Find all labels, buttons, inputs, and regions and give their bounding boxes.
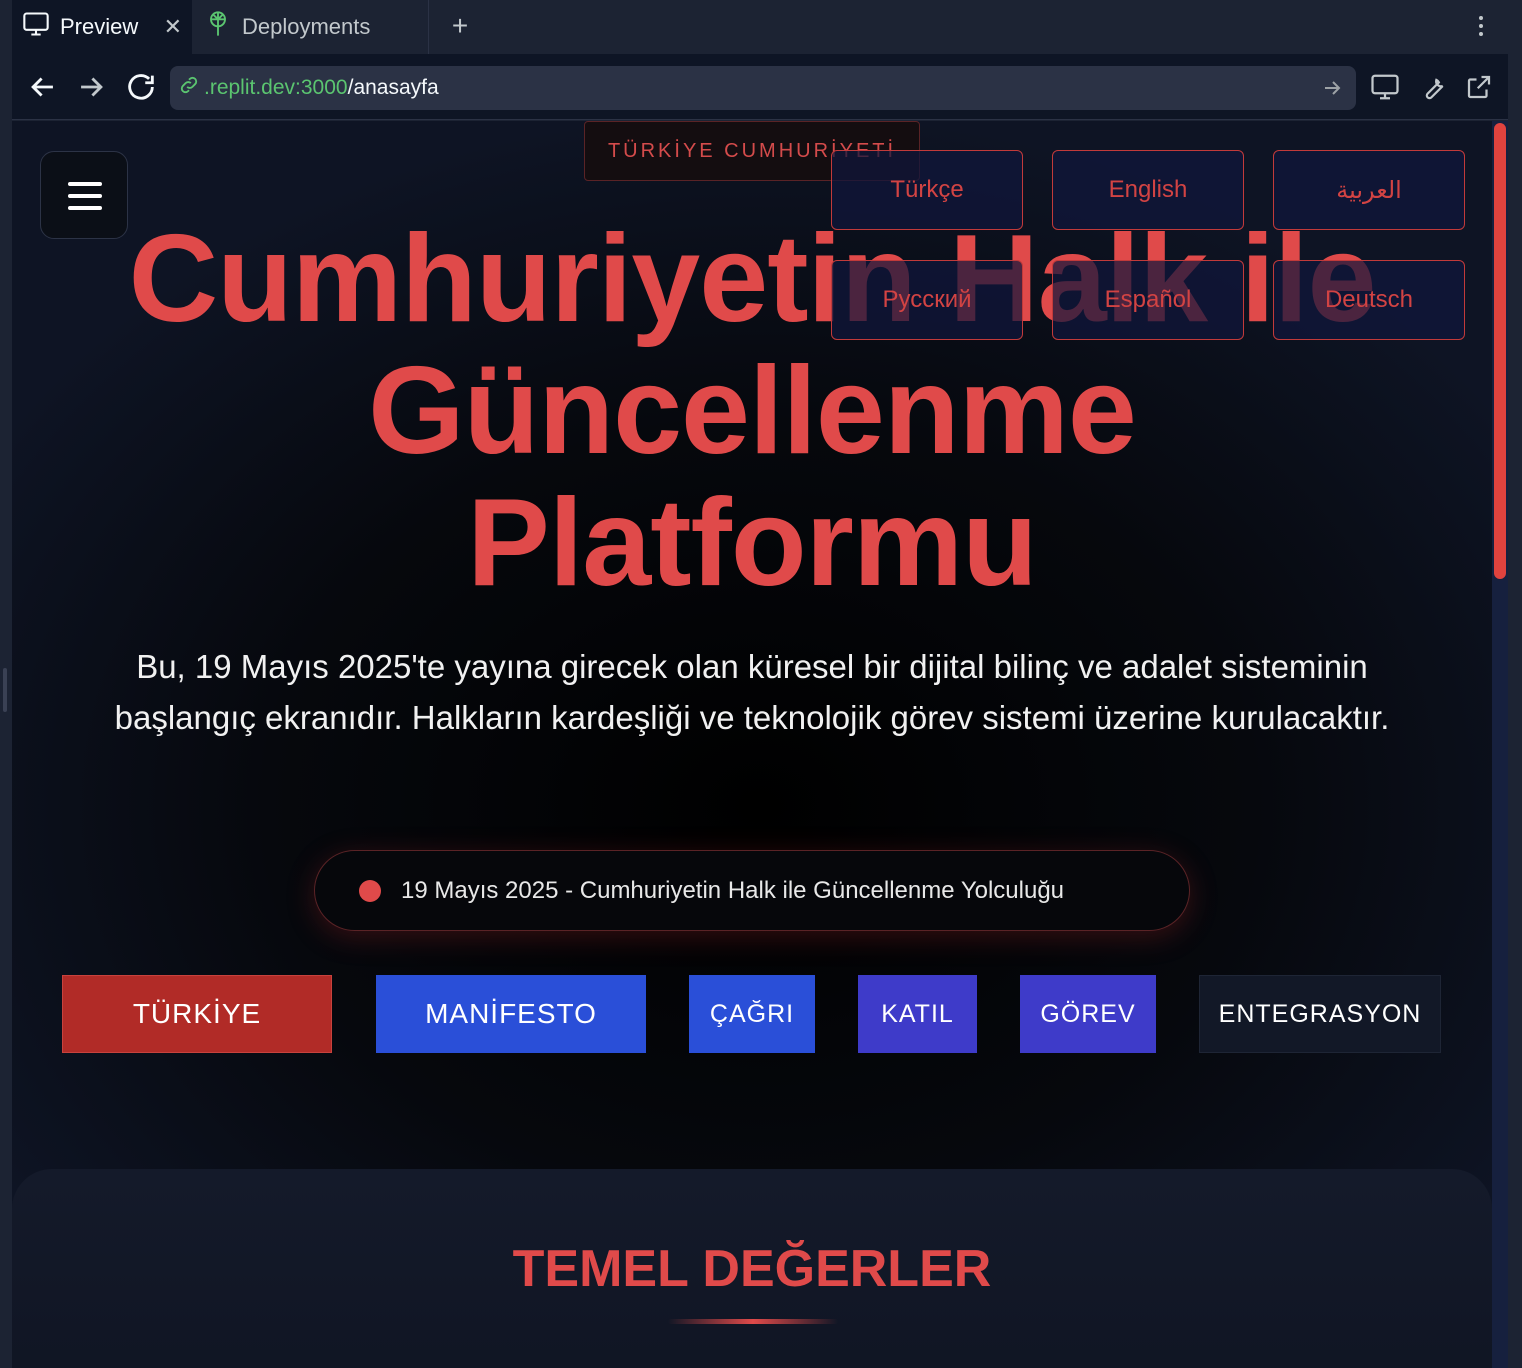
deploy-icon (204, 10, 232, 44)
date-badge: 19 Mayıs 2025 - Cumhuriyetin Halk ile Gü… (314, 850, 1190, 931)
tab-bar: Preview ✕ Deployments + (0, 0, 1522, 54)
url-host: .replit.dev:3000 (204, 76, 348, 99)
scrollbar[interactable] (1492, 121, 1508, 1368)
gorev-button[interactable]: GÖREV (1020, 975, 1156, 1053)
forward-arrow-icon[interactable] (74, 70, 108, 104)
turkiye-button[interactable]: TÜRKİYE (62, 975, 332, 1053)
lang-button-es[interactable]: Español (1052, 260, 1244, 340)
lang-button-ru[interactable]: Русский (831, 260, 1023, 340)
go-arrow-icon[interactable] (1320, 76, 1344, 100)
reload-icon[interactable] (124, 70, 158, 104)
url-bar: .replit.dev:3000 /anasayfa (12, 54, 1508, 120)
panel-resize-handle[interactable] (3, 668, 7, 712)
devices-icon[interactable] (1370, 72, 1400, 102)
lang-button-de[interactable]: Deutsch (1273, 260, 1465, 340)
hero-title-line: Platformu (467, 474, 1038, 612)
katil-button[interactable]: KATIL (858, 975, 977, 1053)
hero-title-line: Güncellenme (368, 342, 1137, 480)
link-icon (178, 74, 200, 102)
preview-viewport: TÜRKİYE CUMHURİYETİ Cumhuriyetin Halk il… (12, 121, 1508, 1368)
scrollbar-thumb[interactable] (1494, 123, 1506, 579)
tab-preview[interactable]: Preview ✕ (12, 0, 192, 54)
open-new-window-icon[interactable] (1464, 72, 1494, 102)
cagri-button[interactable]: ÇAĞRI (689, 975, 815, 1053)
hero-description: Bu, 19 Mayıs 2025'te yayına girecek olan… (114, 648, 1390, 736)
new-tab-plus-icon[interactable]: + (446, 10, 474, 42)
close-icon[interactable]: ✕ (164, 14, 182, 40)
tab-deployments[interactable]: Deployments (196, 0, 428, 54)
monitor-icon (22, 10, 50, 44)
lang-button-en[interactable]: English (1052, 150, 1244, 230)
lang-button-tr[interactable]: Türkçe (831, 150, 1023, 230)
more-options-icon[interactable] (1476, 12, 1486, 42)
tab-divider (428, 0, 429, 54)
tab-label: Deployments (242, 14, 371, 39)
status-dot-icon (359, 879, 381, 902)
language-selector: Türkçe English العربية Русский Español D… (831, 150, 1465, 342)
url-path: /anasayfa (347, 76, 439, 99)
title-underline (668, 1319, 838, 1324)
wrench-icon[interactable] (1418, 72, 1448, 102)
lang-button-ar[interactable]: العربية (1273, 150, 1465, 230)
section-title: TEMEL DEĞERLER (512, 1240, 992, 1298)
date-badge-text: 19 Mayıs 2025 - Cumhuriyetin Halk ile Gü… (401, 876, 1065, 904)
tab-label: Preview (60, 14, 139, 39)
address-input[interactable]: .replit.dev:3000 /anasayfa (170, 66, 1356, 110)
entegrasyon-button[interactable]: ENTEGRASYON (1199, 975, 1441, 1053)
manifesto-button[interactable]: MANİFESTO (376, 975, 646, 1053)
core-values-section: TEMEL DEĞERLER (12, 1169, 1492, 1368)
back-arrow-icon[interactable] (26, 70, 60, 104)
